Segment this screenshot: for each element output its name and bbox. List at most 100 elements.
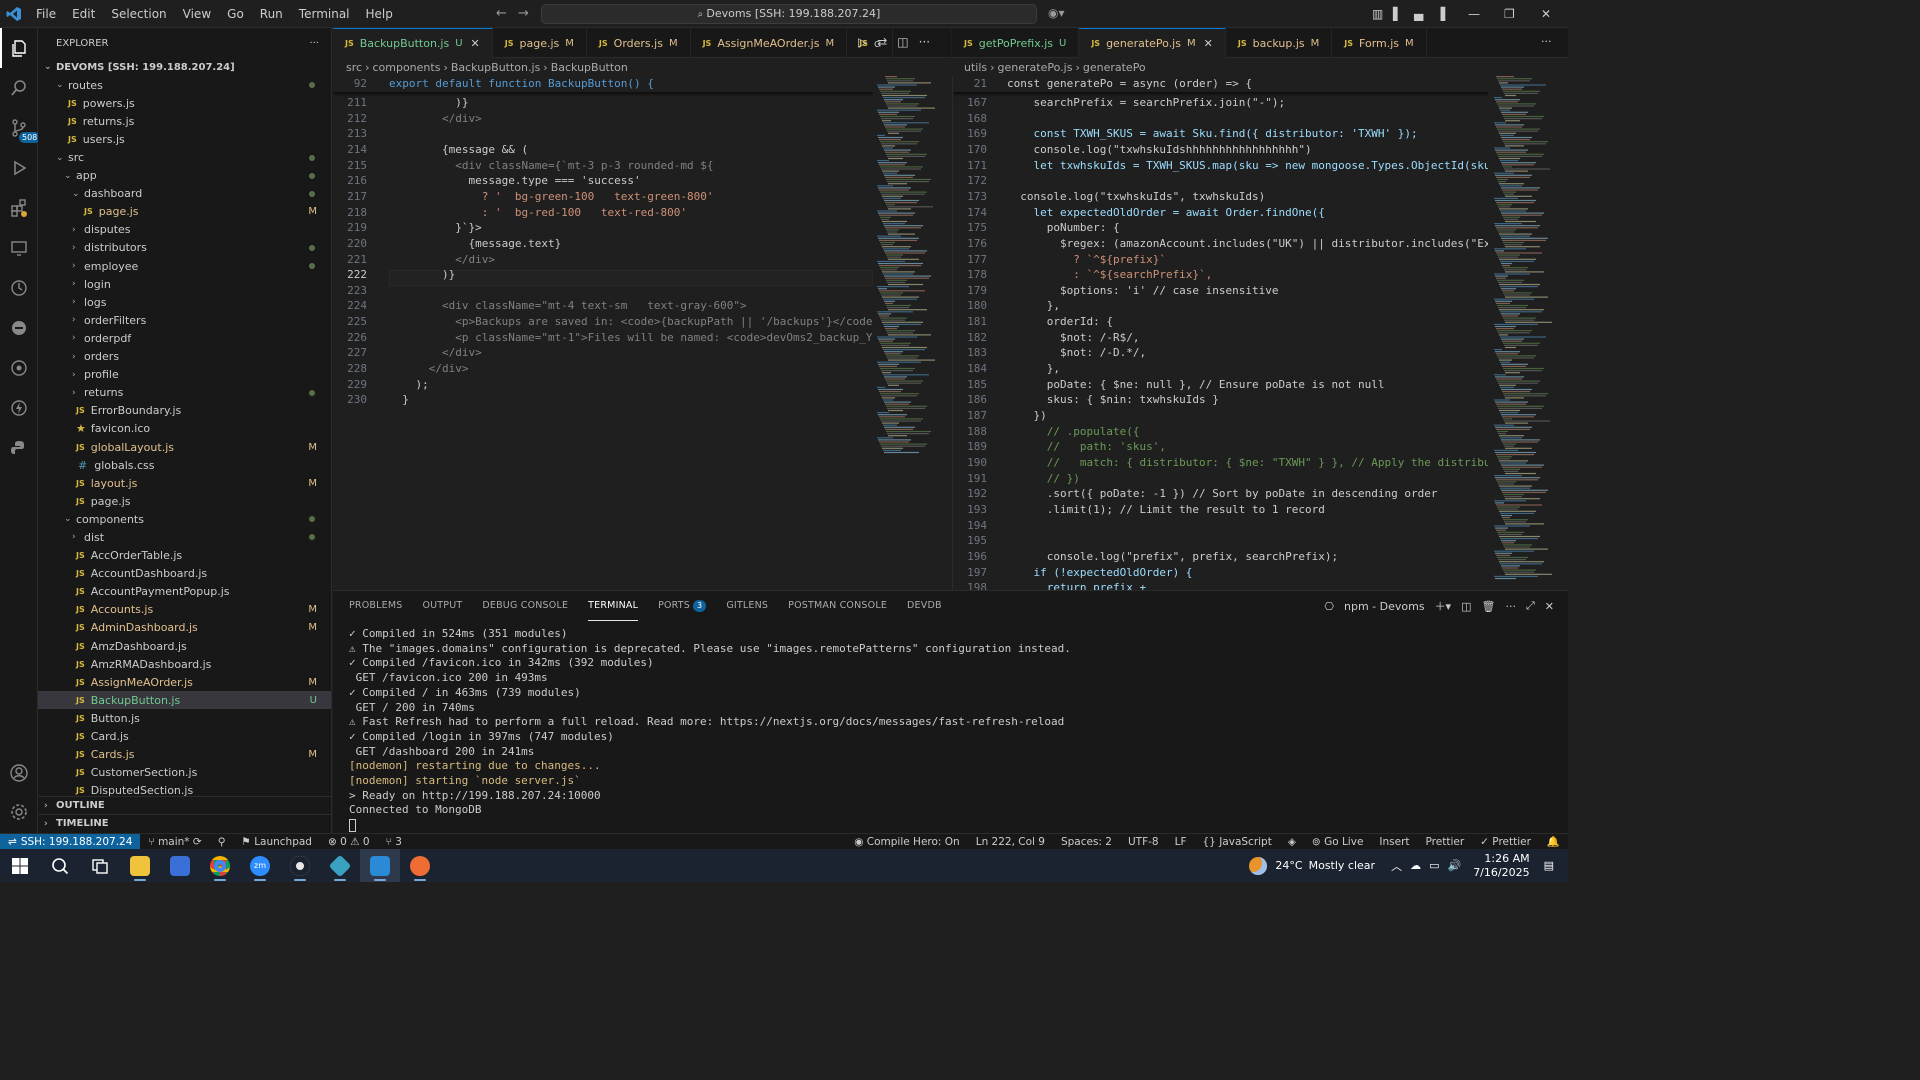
file-item[interactable]: JS BackupButton.js U	[38, 691, 331, 710]
chrome-app-icon[interactable]	[200, 849, 240, 882]
file-item[interactable]: JS AmzRMADashboard.js	[38, 655, 331, 673]
tab-close-icon[interactable]: ✕	[1204, 37, 1213, 50]
folder-item[interactable]: ⌄ dashboard	[38, 185, 331, 203]
maximize-panel-icon[interactable]: ⤢	[1526, 599, 1535, 613]
file-item[interactable]: JS AccOrderTable.js	[38, 547, 331, 565]
file-item[interactable]: JS Cards.js M	[38, 746, 331, 764]
right-minimap[interactable]	[1490, 76, 1568, 590]
launchpad-indicator[interactable]: ⚑ Launchpad	[241, 836, 312, 848]
more-actions-icon[interactable]: ···	[309, 38, 319, 49]
app-circle-icon[interactable]	[280, 849, 320, 882]
source-control-icon[interactable]: 508	[0, 108, 41, 148]
network-icon[interactable]: ▭	[1429, 859, 1439, 872]
terminal-name[interactable]: npm - Devoms	[1344, 600, 1425, 613]
file-item[interactable]: JS Button.js	[38, 709, 331, 727]
file-item[interactable]: ★ favicon.ico	[38, 420, 331, 438]
folder-item[interactable]: › orderpdf	[38, 329, 331, 347]
panel-tab-terminal[interactable]: TERMINAL	[588, 591, 639, 621]
back-arrow-icon[interactable]: ←	[496, 6, 507, 21]
compare-icon[interactable]: ⇄	[877, 35, 887, 49]
prettier-check[interactable]: ✓ Prettier	[1480, 836, 1531, 848]
folder-item[interactable]: › returns	[38, 384, 331, 402]
folder-item[interactable]: › distributors	[38, 239, 331, 257]
editor-tab[interactable]: JS BackupButton.js U ✕	[333, 28, 493, 58]
panel-tab-problems[interactable]: PROBLEMS	[349, 591, 402, 621]
breadcrumb-item[interactable]: generatePo	[1083, 61, 1146, 74]
copilot-status-icon[interactable]: ◈	[1288, 836, 1296, 848]
file-item[interactable]: JS page.js	[38, 492, 331, 510]
forward-arrow-icon[interactable]: →	[518, 6, 529, 21]
folder-item[interactable]: › employee	[38, 257, 331, 275]
folder-item[interactable]: ⌄ components	[38, 510, 331, 528]
menu-item-help[interactable]: Help	[358, 0, 401, 28]
left-editor[interactable]: 92 export default function BackupButton(…	[333, 76, 873, 590]
panel-tab-gitlens[interactable]: GITLENS	[726, 591, 768, 621]
file-item[interactable]: JS AccountDashboard.js	[38, 565, 331, 583]
editor-tab[interactable]: JS backup.js M	[1226, 28, 1333, 58]
problems-indicator[interactable]: ⊗ 0 ⚠ 0	[328, 836, 370, 848]
start-button[interactable]	[0, 849, 40, 882]
breadcrumb-item[interactable]: src	[346, 61, 362, 74]
ports-indicator[interactable]: ⑂ 3	[386, 836, 402, 848]
panel-tab-devdb[interactable]: DEVDB	[907, 591, 942, 621]
run-icon[interactable]: ▷	[858, 35, 867, 49]
language-mode[interactable]: {} JavaScript	[1203, 836, 1272, 848]
panel-tab-output[interactable]: OUTPUT	[422, 591, 462, 621]
gitlens-status-icon[interactable]: ⚲	[218, 836, 226, 848]
menu-item-terminal[interactable]: Terminal	[291, 0, 358, 28]
thunder-client-icon[interactable]	[0, 388, 38, 428]
kill-terminal-icon[interactable]: 🗑	[1482, 600, 1496, 613]
toggle-secondary-sidebar-icon[interactable]: ▐	[1436, 7, 1445, 21]
file-item[interactable]: JS AssignMeAOrder.js M	[38, 673, 331, 691]
timeline-section[interactable]: › TIMELINE	[38, 814, 331, 832]
volume-icon[interactable]: 🔊	[1447, 859, 1461, 872]
vscode-app-icon[interactable]	[360, 849, 400, 882]
file-item[interactable]: JS users.js	[38, 130, 331, 148]
go-live[interactable]: ⊚ Go Live	[1312, 836, 1363, 848]
menu-item-file[interactable]: File	[28, 0, 64, 28]
cursor-position[interactable]: Ln 222, Col 9	[976, 836, 1045, 848]
panel-tab-ports[interactable]: PORTS 3	[658, 591, 707, 621]
close-window-icon[interactable]: ✕	[1541, 7, 1551, 21]
timeline-icon[interactable]	[0, 268, 38, 308]
file-item[interactable]: JS returns.js	[38, 112, 331, 130]
zoom-app-icon[interactable]: zm	[240, 849, 280, 882]
editor-tab[interactable]: JS getPoPrefix.js U	[952, 28, 1080, 58]
weather-temperature[interactable]: 24°C	[1275, 859, 1302, 872]
folder-item[interactable]: › disputes	[38, 221, 331, 239]
extensions-icon[interactable]	[0, 188, 38, 228]
database-icon[interactable]	[0, 348, 38, 388]
weather-description[interactable]: Mostly clear	[1309, 859, 1375, 872]
breadcrumb-item[interactable]: BackupButton	[551, 61, 628, 74]
menu-item-edit[interactable]: Edit	[64, 0, 103, 28]
minimize-icon[interactable]: —	[1468, 7, 1480, 21]
file-item[interactable]: # globals.css	[38, 456, 331, 474]
panel-tab-postman-console[interactable]: POSTMAN CONSOLE	[788, 591, 887, 621]
compile-hero-indicator[interactable]: ◉ Compile Hero: On	[854, 836, 959, 848]
outline-section[interactable]: › OUTLINE	[38, 796, 331, 814]
breadcrumb-item[interactable]: generatePo.js	[998, 61, 1073, 74]
run-debug-icon[interactable]	[0, 148, 38, 188]
encoding[interactable]: UTF-8	[1128, 836, 1159, 848]
taskbar-search-icon[interactable]	[40, 849, 80, 882]
folder-item[interactable]: › dist	[38, 528, 331, 546]
folder-item[interactable]: › orderFilters	[38, 311, 331, 329]
remote-explorer-icon[interactable]	[0, 228, 38, 268]
editor-tab[interactable]: JS generatePo.js M ✕	[1079, 28, 1226, 58]
file-item[interactable]: JS AdminDashboard.js M	[38, 619, 331, 637]
split-editor-icon[interactable]: ◫	[897, 35, 908, 49]
new-terminal-icon[interactable]: ＋▾	[1435, 598, 1452, 614]
app-diamond-icon[interactable]	[320, 849, 360, 882]
more-icon[interactable]: ···	[1505, 600, 1516, 613]
file-item[interactable]: JS Accounts.js M	[38, 601, 331, 619]
folder-item[interactable]: ⌄ src	[38, 148, 331, 166]
notification-center-icon[interactable]: ▤	[1544, 859, 1554, 872]
branch-indicator[interactable]: ⑂ main* ⟳	[148, 836, 201, 848]
remote-indicator[interactable]: ⇌ SSH: 199.188.207.24	[0, 833, 141, 850]
python-icon[interactable]	[0, 428, 38, 468]
gitlens-icon[interactable]	[0, 308, 38, 348]
left-minimap[interactable]	[873, 76, 943, 456]
breadcrumb-item[interactable]: BackupButton.js	[451, 61, 540, 74]
close-panel-icon[interactable]: ✕	[1545, 600, 1554, 613]
tab-close-icon[interactable]: ✕	[471, 37, 480, 50]
